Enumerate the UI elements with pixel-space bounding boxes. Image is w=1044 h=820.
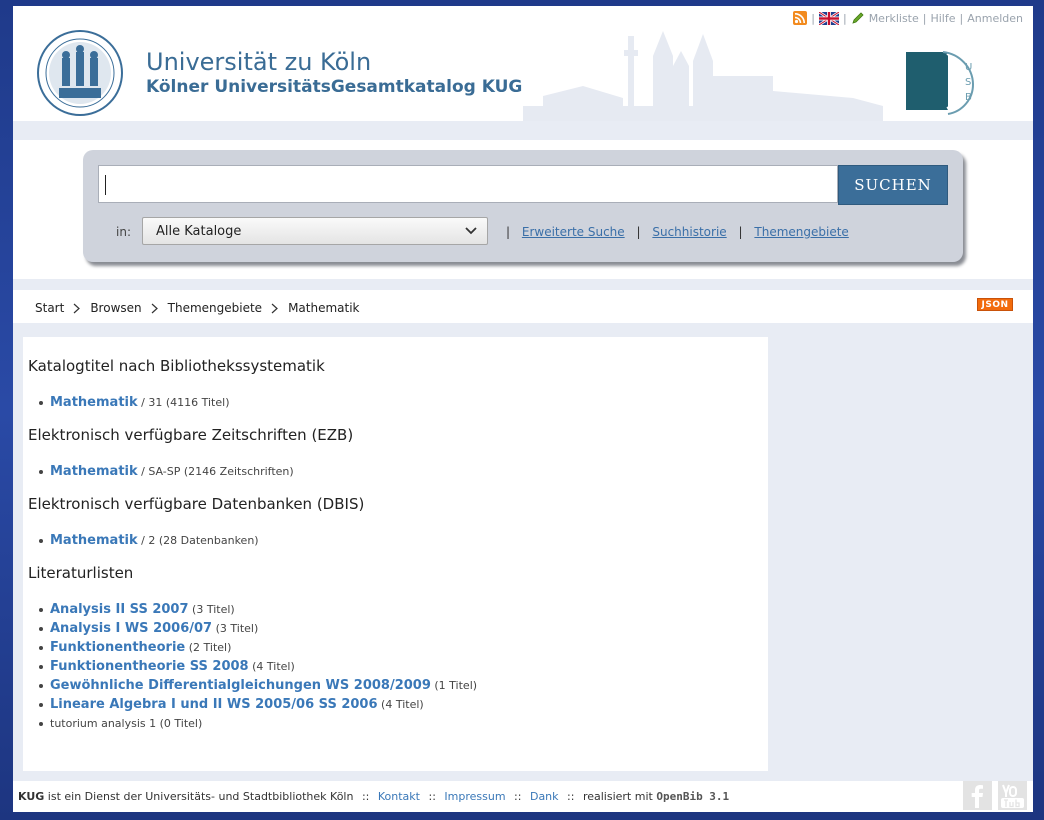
section-list: Mathematik / 2 (28 Datenbanken) — [38, 531, 768, 550]
university-name: Universität zu Köln — [146, 48, 372, 76]
search-links: | Erweiterte Suche | Suchhistorie | Them… — [498, 225, 849, 239]
footer: KUG ist ein Dienst der Universitäts- und… — [13, 781, 1033, 812]
university-seal-icon — [37, 30, 123, 116]
usb-logo-icon[interactable]: U S B — [903, 48, 987, 118]
openbib-link[interactable]: OpenBib 3.1 — [656, 790, 729, 803]
separator: | — [922, 11, 927, 25]
svg-text:U: U — [965, 62, 972, 73]
youtube-icon[interactable] — [998, 781, 1027, 810]
separator: | — [506, 225, 511, 239]
page-frame: Universität zu Köln Kölner UniversitätsG… — [13, 6, 1033, 812]
anmelden-link[interactable]: Anmelden — [967, 12, 1023, 25]
list-item: tutorium analysis 1 (0 Titel) — [38, 714, 768, 733]
item-note: / 31 (4116 Titel) — [137, 396, 230, 409]
list-item: Analysis I WS 2006/07 (3 Titel) — [38, 619, 768, 638]
separator: | — [842, 11, 847, 25]
top-links: | | Merkliste | Hilfe | Anmelden — [793, 11, 1023, 25]
literature-list-link[interactable]: Lineare Algebra I und II WS 2005/06 SS 2… — [50, 697, 378, 712]
item-note: (4 Titel) — [377, 698, 424, 711]
footer-text: ist ein Dienst der Universitäts- und Sta… — [44, 790, 354, 803]
merkliste-link[interactable]: Merkliste — [869, 12, 919, 25]
kontakt-link[interactable]: Kontakt — [378, 790, 420, 803]
search-panel: SUCHEN in: Alle Kataloge | Erweiterte Su… — [83, 150, 963, 262]
item-note: (4 Titel) — [248, 660, 295, 673]
item-note: / 2 (28 Datenbanken) — [137, 534, 259, 547]
topic-link[interactable]: Mathematik — [50, 395, 138, 410]
catalog-select[interactable]: Alle Kataloge — [142, 217, 488, 245]
chevron-right-icon — [271, 303, 278, 313]
list-item: Funktionentheorie SS 2008 (4 Titel) — [38, 657, 768, 676]
section-title: Elektronisch verfügbare Datenbanken (DBI… — [28, 495, 365, 513]
facebook-icon[interactable] — [963, 781, 992, 810]
list-item: Mathematik / SA-SP (2146 Zeitschriften) — [38, 462, 768, 481]
realisiert-text: realisiert mit — [582, 790, 653, 803]
item-note: (2 Titel) — [185, 641, 232, 654]
breadcrumb-bar: Start Browsen Themengebiete Mathematik J… — [13, 290, 1033, 323]
list-item: Mathematik / 31 (4116 Titel) — [38, 393, 768, 412]
svg-text:S: S — [965, 77, 971, 88]
breadcrumb-browsen[interactable]: Browsen — [90, 301, 141, 315]
literature-list-plain: tutorium analysis 1 (0 Titel) — [50, 717, 203, 730]
list-item: Mathematik / 2 (28 Datenbanken) — [38, 531, 768, 550]
list-item: Gewöhnliche Differentialgleichungen WS 2… — [38, 676, 768, 695]
section-title: Katalogtitel nach Bibliothekssystematik — [28, 357, 325, 375]
separator: | — [636, 225, 641, 239]
catalog-selected-value: Alle Kataloge — [156, 223, 242, 239]
separator: | — [959, 11, 964, 25]
literature-list-link[interactable]: Analysis II SS 2007 — [50, 602, 189, 617]
breadcrumb-start[interactable]: Start — [35, 301, 64, 315]
breadcrumb-current: Mathematik — [288, 301, 360, 315]
search-area: SUCHEN in: Alle Kataloge | Erweiterte Su… — [13, 140, 1033, 279]
item-note: (3 Titel) — [188, 603, 235, 616]
header: Universität zu Köln Kölner UniversitätsG… — [13, 6, 1033, 121]
separator: | — [811, 11, 815, 25]
search-history-link[interactable]: Suchhistorie — [652, 225, 726, 239]
item-note: / SA-SP (2146 Zeitschriften) — [137, 465, 294, 478]
literature-list-link[interactable]: Funktionentheorie — [50, 640, 185, 655]
topics-link[interactable]: Themengebiete — [754, 225, 848, 239]
breadcrumb-themengebiete[interactable]: Themengebiete — [168, 301, 262, 315]
chevron-right-icon — [151, 303, 158, 313]
search-input[interactable] — [98, 165, 838, 203]
topic-link[interactable]: Mathematik — [50, 464, 138, 479]
advanced-search-link[interactable]: Erweiterte Suche — [522, 225, 625, 239]
literature-list-link[interactable]: Analysis I WS 2006/07 — [50, 621, 212, 636]
item-note: (3 Titel) — [212, 622, 259, 635]
list-item: Lineare Algebra I und II WS 2005/06 SS 2… — [38, 695, 768, 714]
list-item: Funktionentheorie (2 Titel) — [38, 638, 768, 657]
hilfe-link[interactable]: Hilfe — [930, 12, 955, 25]
catalog-in-label: in: — [116, 225, 131, 239]
footer-separator: :: — [567, 790, 575, 803]
section-list: Analysis II SS 2007 (3 Titel) Analysis I… — [38, 600, 768, 733]
footer-separator: :: — [428, 790, 436, 803]
list-item: Analysis II SS 2007 (3 Titel) — [38, 600, 768, 619]
literature-list-link[interactable]: Funktionentheorie SS 2008 — [50, 659, 249, 674]
footer-separator: :: — [361, 790, 370, 803]
impressum-link[interactable]: Impressum — [444, 790, 505, 803]
topic-link[interactable]: Mathematik — [50, 533, 138, 548]
section-title: Elektronisch verfügbare Zeitschriften (E… — [28, 426, 354, 444]
rss-icon[interactable] — [793, 11, 808, 25]
literature-list-link[interactable]: Gewöhnliche Differentialgleichungen WS 2… — [50, 678, 431, 693]
json-export-button[interactable]: JSON — [977, 298, 1013, 311]
footer-separator: :: — [514, 790, 522, 803]
search-button[interactable]: SUCHEN — [838, 165, 948, 205]
item-note: (1 Titel) — [430, 679, 478, 692]
pencil-icon — [852, 12, 864, 24]
chevron-right-icon — [73, 303, 81, 313]
section-list: Mathematik / 31 (4116 Titel) — [38, 393, 768, 412]
catalog-name: Kölner UniversitätsGesamtkatalog KUG — [146, 77, 523, 97]
breadcrumb: Start Browsen Themengebiete Mathematik — [35, 301, 360, 315]
chevron-down-icon — [465, 227, 477, 235]
section-title: Literaturlisten — [28, 564, 134, 582]
main-content: Katalogtitel nach Bibliothekssystematik … — [23, 337, 768, 771]
separator: | — [738, 225, 743, 239]
text-caret — [105, 175, 106, 195]
dank-link[interactable]: Dank — [530, 790, 559, 803]
footer-brand: KUG — [18, 790, 45, 803]
english-flag-icon[interactable] — [818, 11, 839, 25]
svg-text:B: B — [965, 92, 972, 103]
section-list: Mathematik / SA-SP (2146 Zeitschriften) — [38, 462, 768, 481]
